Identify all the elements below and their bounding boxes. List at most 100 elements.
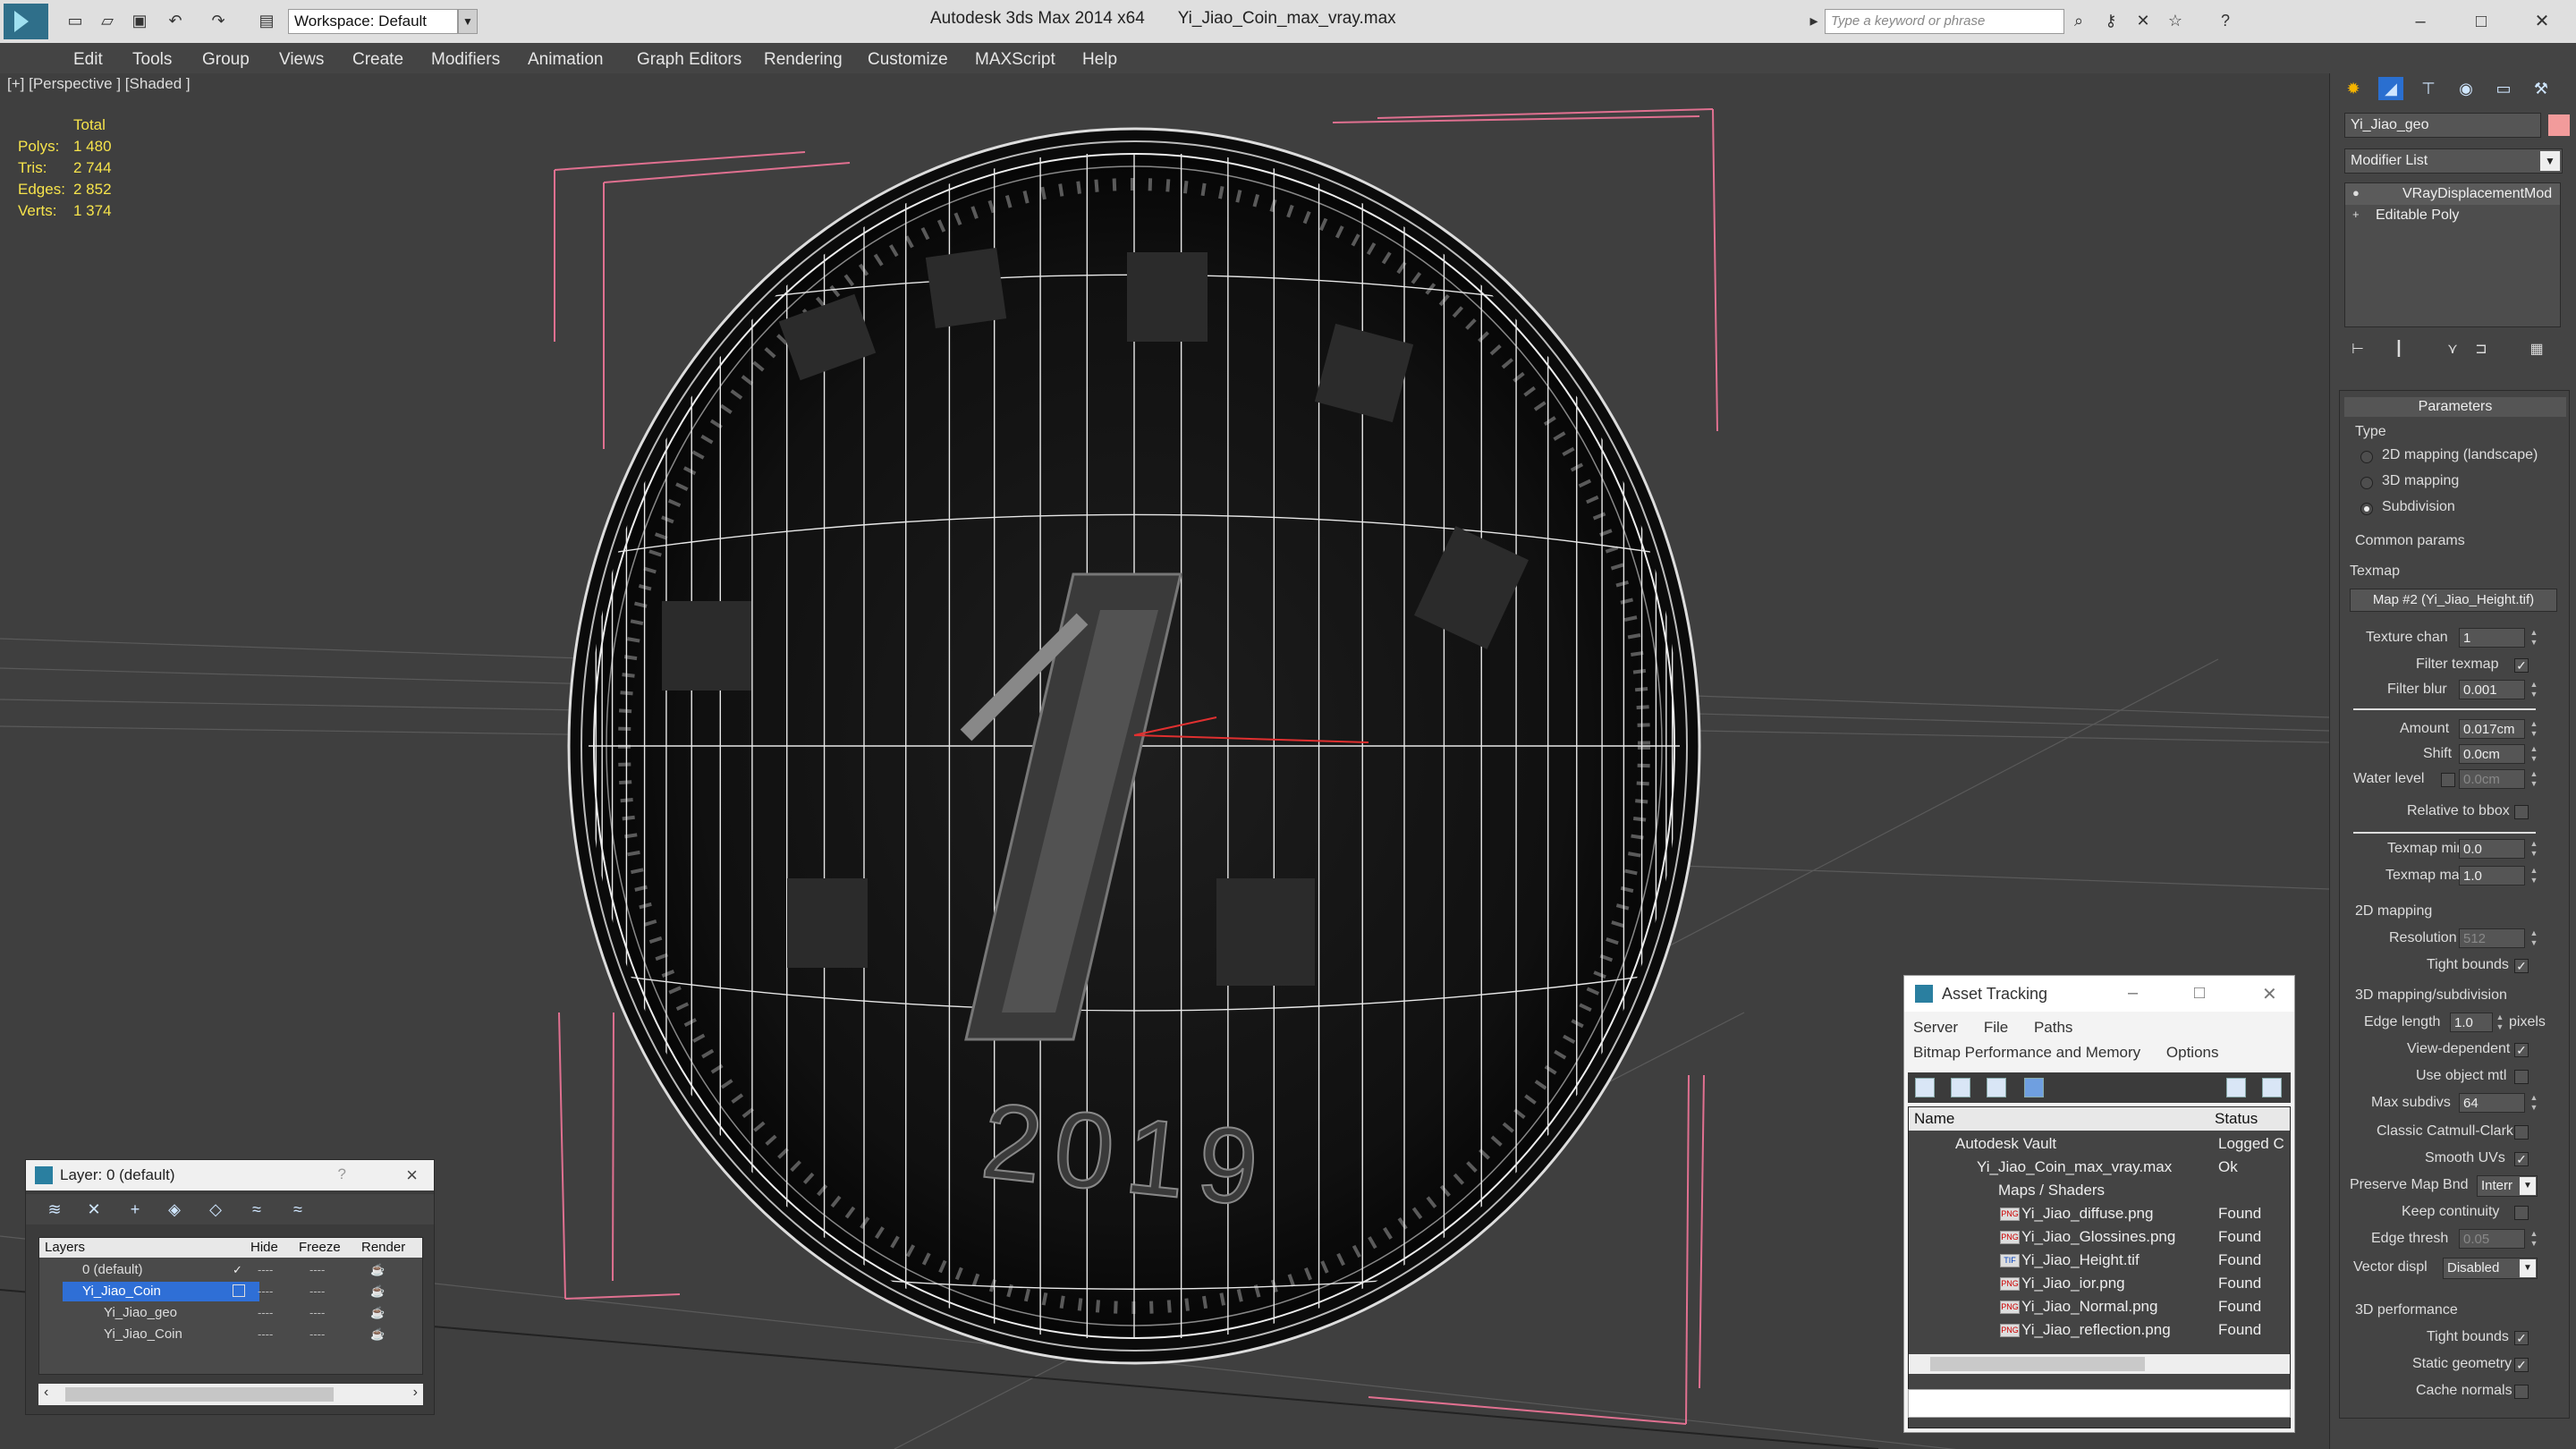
render-teapot-icon[interactable]: ☕	[370, 1327, 385, 1342]
layer-row[interactable]: Yi_Jiao_Coin ---- ---- ☕	[39, 1324, 422, 1345]
key-icon[interactable]: ⚷	[2100, 11, 2122, 30]
scroll-right-icon[interactable]: ›	[413, 1385, 418, 1401]
menu-options[interactable]: Options	[2166, 1044, 2219, 1061]
asset-window-titlebar[interactable]: Asset Tracking – □ ✕	[1904, 976, 2294, 1012]
hide-toggle[interactable]: ----	[258, 1284, 273, 1298]
list-view-icon[interactable]	[1951, 1078, 1970, 1097]
menu-modifiers[interactable]: Modifiers	[431, 50, 500, 70]
close-icon[interactable]: ×	[406, 1164, 418, 1187]
scroll-left-icon[interactable]: ‹	[44, 1385, 48, 1401]
minimize-icon[interactable]: –	[2404, 5, 2436, 38]
render-teapot-icon[interactable]: ☕	[370, 1306, 385, 1320]
layer-row[interactable]: Yi_Jiao_Coin ---- ---- ☕	[39, 1281, 422, 1302]
menu-rendering[interactable]: Rendering	[764, 50, 843, 70]
viewport-label[interactable]: [+] [Perspective ] [Shaded ]	[7, 75, 191, 93]
close-icon[interactable]: ✕	[2262, 983, 2277, 1005]
col-freeze[interactable]: Freeze	[299, 1240, 341, 1255]
remove-modifier-icon[interactable]: ⊐	[2471, 340, 2491, 360]
col-layers[interactable]: Layers	[45, 1240, 85, 1255]
modify-tab-icon[interactable]: ◢	[2378, 77, 2403, 100]
asset-row[interactable]: PNG Yi_Jiao_Normal.png Found	[1909, 1295, 2290, 1318]
minimize-icon[interactable]: –	[2128, 983, 2138, 1004]
workspace-dropdown-chevron-icon[interactable]: ▼	[458, 9, 478, 34]
table-view-icon[interactable]	[2024, 1078, 2044, 1097]
object-name[interactable]: Yi_Jiao_Coin	[84, 1325, 281, 1344]
app-logo-icon[interactable]	[4, 4, 48, 39]
lightbulb-icon[interactable]: ●	[2352, 186, 2360, 199]
settings-icon[interactable]	[2262, 1078, 2282, 1097]
binoculars-icon[interactable]: ⌕	[2068, 11, 2089, 30]
menu-edit[interactable]: Edit	[73, 50, 103, 70]
expand-plus-icon[interactable]: +	[2352, 208, 2360, 221]
layer-name[interactable]: Yi_Jiao_Coin	[63, 1282, 259, 1301]
add-to-layer-icon[interactable]: +	[124, 1199, 146, 1219]
col-status[interactable]: Status	[2215, 1110, 2258, 1128]
asset-horizontal-scrollbar[interactable]	[1909, 1354, 2290, 1374]
close-icon[interactable]: ✕	[2526, 5, 2558, 38]
highlight-layer-icon[interactable]: ◇	[205, 1199, 226, 1219]
tools-icon[interactable]: ✕	[2132, 11, 2154, 30]
menu-graph-editors[interactable]: Graph Editors	[637, 50, 741, 70]
col-hide[interactable]: Hide	[250, 1240, 278, 1255]
asset-row[interactable]: PNG Yi_Jiao_Glossines.png Found	[1909, 1225, 2290, 1249]
layer-row[interactable]: Yi_Jiao_geo ---- ---- ☕	[39, 1302, 422, 1324]
open-file-icon[interactable]: ▱	[97, 11, 118, 30]
help-icon[interactable]	[2226, 1078, 2246, 1097]
asset-row[interactable]: Maps / Shaders	[1909, 1179, 2290, 1202]
project-folder-icon[interactable]: ▤	[256, 11, 277, 30]
layer-horizontal-scrollbar[interactable]: ‹ ›	[38, 1384, 423, 1405]
redo-icon[interactable]: ↷	[208, 11, 229, 30]
make-unique-icon[interactable]: ⋎	[2443, 340, 2462, 360]
scrollbar-thumb[interactable]	[65, 1387, 334, 1402]
motion-tab-icon[interactable]: ◉	[2453, 77, 2479, 100]
layer-row[interactable]: 0 (default) ✓ ---- ---- ☕	[39, 1259, 422, 1281]
freeze-toggle[interactable]: ----	[309, 1306, 325, 1319]
col-name[interactable]: Name	[1914, 1110, 1954, 1128]
menu-customize[interactable]: Customize	[868, 50, 948, 70]
hide-toggle[interactable]: ----	[258, 1306, 273, 1319]
workspace-dropdown[interactable]: Workspace: Default	[288, 9, 458, 34]
hide-all-layers-icon[interactable]: ≈	[246, 1199, 267, 1219]
delete-layer-icon[interactable]: ✕	[83, 1199, 105, 1219]
hide-toggle[interactable]: ----	[258, 1327, 273, 1341]
modifier-list-dropdown[interactable]: Modifier List ▼	[2344, 148, 2563, 174]
set-current-checkbox[interactable]	[233, 1284, 245, 1297]
freeze-toggle[interactable]: ----	[309, 1327, 325, 1341]
render-teapot-icon[interactable]: ☕	[370, 1284, 385, 1299]
col-render[interactable]: Render	[361, 1240, 405, 1255]
menu-animation[interactable]: Animation	[528, 50, 604, 70]
freeze-all-layers-icon[interactable]: ≈	[287, 1199, 309, 1219]
asset-row[interactable]: PNG Yi_Jiao_ior.png Found	[1909, 1272, 2290, 1295]
freeze-toggle[interactable]: ----	[309, 1284, 325, 1298]
utilities-tab-icon[interactable]: ⚒	[2529, 77, 2554, 100]
asset-row[interactable]: Yi_Jiao_Coin_max_vray.max Ok	[1909, 1156, 2290, 1179]
display-tab-icon[interactable]: ▭	[2491, 77, 2516, 100]
menu-server[interactable]: Server	[1913, 1019, 1958, 1036]
maximize-icon[interactable]: □	[2465, 5, 2497, 38]
menu-help[interactable]: Help	[1082, 50, 1117, 70]
menu-tools[interactable]: Tools	[132, 50, 172, 70]
create-tab-icon[interactable]: ✹	[2341, 77, 2366, 100]
chevron-down-icon[interactable]: ▼	[2540, 151, 2560, 171]
current-layer-check-icon[interactable]: ✓	[233, 1263, 242, 1277]
help-icon[interactable]: ?	[2215, 11, 2236, 30]
object-name[interactable]: Yi_Jiao_geo	[84, 1303, 281, 1323]
stack-item-vraydisplacement[interactable]: VRayDisplacementMod	[2345, 183, 2560, 205]
scrollbar-thumb[interactable]	[1930, 1357, 2145, 1371]
refresh-icon[interactable]	[1915, 1078, 1935, 1097]
help-icon[interactable]: ?	[338, 1165, 346, 1183]
render-teapot-icon[interactable]: ☕	[370, 1263, 385, 1277]
save-file-icon[interactable]: ▣	[129, 11, 150, 30]
keyword-search-input[interactable]: Type a keyword or phrase	[1825, 9, 2064, 34]
detail-view-icon[interactable]	[1987, 1078, 2006, 1097]
menu-group[interactable]: Group	[202, 50, 250, 70]
pin-stack-icon[interactable]: ⊢	[2348, 340, 2368, 360]
new-file-icon[interactable]: ▭	[64, 11, 86, 30]
menu-file[interactable]: File	[1984, 1019, 2008, 1036]
object-color-swatch[interactable]	[2548, 114, 2570, 136]
search-expand-icon[interactable]: ▸	[1803, 11, 1825, 30]
undo-icon[interactable]: ↶	[165, 11, 186, 30]
create-layer-icon[interactable]: ≋	[44, 1199, 65, 1219]
layer-window-titlebar[interactable]: Layer: 0 (default) ? ×	[26, 1160, 434, 1191]
menu-bitmap-performance[interactable]: Bitmap Performance and Memory	[1913, 1044, 2140, 1061]
